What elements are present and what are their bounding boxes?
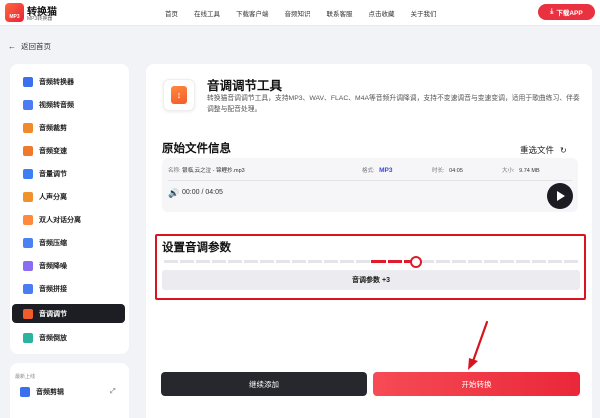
sidebar-item-label: 视频转音频 — [39, 101, 74, 109]
dialogue-separation-icon — [23, 214, 33, 225]
noise-reduction-icon — [23, 260, 33, 271]
nav-home[interactable]: 首页 — [165, 8, 178, 18]
sidebar-item-label: 音量调节 — [39, 170, 67, 178]
sidebar-item-label: 音频拼接 — [39, 285, 67, 293]
sidebar-item-audio-merge[interactable]: 音频拼接 — [12, 279, 125, 298]
sidebar-item-video-to-audio[interactable]: 视频转音频 — [12, 95, 125, 114]
sidebar-item-label: 音调调节 — [39, 310, 67, 318]
main-nav: 首页 在线工具 下载客户端 音频知识 联系客服 点击收藏 关于我们 — [165, 0, 453, 26]
new-tools-label: 最新上线 — [15, 374, 36, 380]
back-home-link[interactable]: ← 返回首页 — [8, 41, 51, 52]
sidebar-item-audio-speed[interactable]: 音频变速 — [12, 141, 125, 160]
sidebar-item-vocal-separation[interactable]: 人声分离 — [12, 187, 125, 206]
nav-bookmark[interactable]: 点击收藏 — [369, 8, 395, 18]
sidebar-item-label: 双人对话分离 — [39, 216, 81, 224]
pitch-adjust-icon — [23, 308, 33, 319]
arrow-left-icon: ← — [8, 42, 16, 51]
sidebar-item-audio-converter[interactable]: 音频转换器 — [12, 72, 125, 91]
sidebar-item-volume[interactable]: 音量调节 — [12, 164, 125, 183]
audio-edit-icon — [20, 387, 30, 397]
vocal-separation-icon — [23, 191, 33, 202]
sidebar-item-audio-cut[interactable]: 音频裁剪 — [12, 118, 125, 137]
top-header: MP3 转换猫 MP3转换器 首页 在线工具 下载客户端 音频知识 联系客服 点… — [0, 0, 600, 26]
sidebar-item-audio-reverse[interactable]: 音频倒放 — [12, 328, 125, 347]
download-app-button[interactable]: ⤓ 下载APP — [538, 4, 595, 20]
sidebar-item-label: 音频变速 — [39, 147, 67, 155]
start-convert-button[interactable]: 开始转换 — [373, 372, 580, 396]
sidebar-item-dialogue-separation[interactable]: 双人对话分离 — [12, 210, 125, 229]
audio-reverse-icon — [23, 332, 33, 343]
nav-audio-knowledge[interactable]: 音频知识 — [285, 8, 311, 18]
audio-cut-icon — [23, 122, 33, 133]
audio-merge-icon — [23, 283, 33, 294]
sidebar-item-label: 人声分离 — [39, 193, 67, 201]
back-home-label: 返回首页 — [21, 42, 51, 51]
external-link-icon: ⤢ — [110, 388, 116, 395]
logo-subtitle: MP3转换器 — [27, 16, 53, 22]
audio-converter-icon — [23, 76, 33, 87]
sidebar-item-audio-compress[interactable]: 音频压缩 — [12, 233, 125, 252]
tool-sidebar: 音频转换器 视频转音频 音频裁剪 音频变速 音量调节 人声分离 双人对话分离 音… — [10, 64, 129, 354]
sidebar-item-label: 音频裁剪 — [39, 124, 67, 132]
audio-speed-icon — [23, 145, 33, 156]
nav-contact-support[interactable]: 联系客服 — [327, 8, 353, 18]
nav-about[interactable]: 关于我们 — [411, 8, 437, 18]
video-to-audio-icon — [23, 99, 33, 110]
new-tools-panel: 最新上线 音频剪辑 ⤢ — [10, 363, 129, 418]
sidebar-item-pitch-adjust[interactable]: 音调调节 — [12, 304, 125, 323]
red-arrow-annotation — [468, 320, 489, 370]
logo-icon[interactable]: MP3 — [5, 3, 24, 22]
nav-download-client[interactable]: 下载客户端 — [236, 8, 269, 18]
sidebar-item-noise-reduction[interactable]: 音频降噪 — [12, 256, 125, 275]
download-app-label: 下载APP — [556, 10, 583, 17]
sidebar-item-label: 音频倒放 — [39, 334, 67, 342]
volume-icon — [23, 168, 33, 179]
audio-compress-icon — [23, 237, 33, 248]
sidebar-item-label: 音频降噪 — [39, 262, 67, 270]
nav-online-tools[interactable]: 在线工具 — [194, 8, 220, 18]
add-more-button[interactable]: 继续添加 — [161, 372, 367, 396]
main-panel: ↕ 音调调节工具 转换猫音调调节工具，支持MP3、WAV、FLAC、M4A等音频… — [146, 64, 592, 418]
download-icon: ⤓ — [550, 8, 554, 15]
sidebar-item-label: 音频压缩 — [39, 239, 67, 247]
sidebar-item-audio-edit[interactable]: 音频剪辑 ⤢ — [20, 387, 116, 397]
sidebar-item-label: 音频剪辑 — [36, 389, 64, 396]
sidebar-item-label: 音频转换器 — [39, 78, 74, 86]
